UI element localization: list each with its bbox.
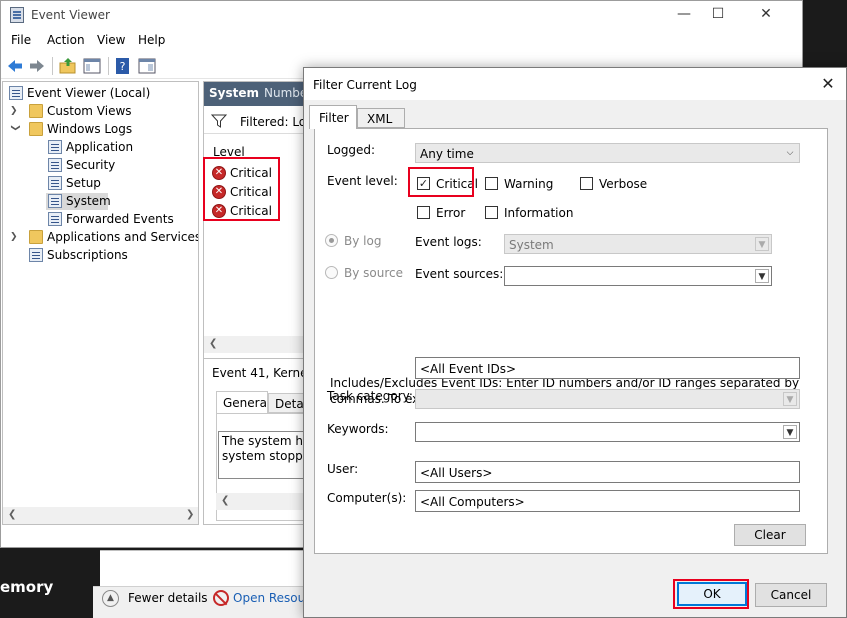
back-arrow-icon[interactable] bbox=[6, 57, 24, 75]
chevron-right-icon[interactable]: ❯ bbox=[10, 106, 20, 116]
detail-horizontal-scrollbar[interactable]: ❮ bbox=[216, 493, 312, 510]
fewer-details-link[interactable]: Fewer details bbox=[128, 591, 208, 605]
log-icon bbox=[48, 140, 62, 154]
dialog-close-button[interactable]: ✕ bbox=[817, 73, 839, 95]
chevron-down-icon: ▼ bbox=[755, 269, 769, 283]
task-category-dropdown[interactable]: ▼ bbox=[415, 389, 800, 409]
task-category-label: Task category: bbox=[327, 389, 413, 403]
scroll-left-icon[interactable]: ❮ bbox=[209, 338, 217, 349]
show-hide-tree-icon[interactable] bbox=[83, 57, 101, 75]
event-description: The system ha system stopp bbox=[218, 431, 308, 479]
event-logs-dropdown[interactable]: System ▼ bbox=[504, 234, 772, 254]
ok-button-highlight bbox=[673, 579, 749, 609]
background-window-fragment: emory bbox=[0, 548, 100, 618]
log-icon bbox=[48, 194, 62, 208]
background-text: emory bbox=[0, 578, 54, 596]
events-horizontal-scrollbar[interactable]: ❮ bbox=[204, 336, 312, 353]
menu-file[interactable]: File bbox=[11, 33, 31, 47]
forward-arrow-icon[interactable] bbox=[28, 57, 46, 75]
filter-current-log-dialog: Filter Current Log ✕ Filter XML Logged: … bbox=[303, 67, 847, 618]
chevron-down-icon: ▼ bbox=[783, 392, 797, 406]
log-name: System bbox=[209, 86, 259, 100]
folder-icon bbox=[29, 104, 43, 118]
subscriptions-icon bbox=[29, 248, 43, 262]
user-input[interactable]: <All Users> bbox=[415, 461, 800, 483]
desktop-background bbox=[803, 0, 847, 67]
event-ids-input[interactable]: <All Event IDs> bbox=[415, 357, 800, 379]
menu-view[interactable]: View bbox=[97, 33, 125, 47]
user-label: User: bbox=[327, 462, 359, 476]
events-pane: System Numbe Filtered: Log Level ✕ Criti… bbox=[203, 81, 313, 525]
event-level-label: Event level: bbox=[327, 174, 398, 188]
event-logs-label: Event logs: bbox=[415, 235, 482, 249]
log-icon bbox=[48, 176, 62, 190]
log-icon bbox=[48, 158, 62, 172]
cancel-button[interactable]: Cancel bbox=[755, 583, 827, 607]
toolbar-separator bbox=[52, 57, 53, 75]
tab-xml[interactable]: XML bbox=[357, 108, 405, 128]
logged-label: Logged: bbox=[327, 143, 376, 157]
critical-rows-highlight bbox=[203, 157, 280, 221]
menu-action[interactable]: Action bbox=[47, 33, 85, 47]
keywords-label: Keywords: bbox=[327, 422, 389, 436]
log-icon bbox=[48, 212, 62, 226]
chevron-down-icon[interactable]: ❯ bbox=[10, 124, 20, 134]
computers-label: Computer(s): bbox=[327, 491, 407, 505]
close-window-button[interactable]: ✕ bbox=[743, 1, 789, 29]
event-count: Numbe bbox=[264, 86, 308, 100]
no-entry-icon bbox=[213, 590, 229, 606]
open-resource-monitor-link[interactable]: Open Resour bbox=[233, 591, 310, 605]
critical-checkbox-highlight bbox=[408, 167, 474, 197]
computers-input[interactable]: <All Computers> bbox=[415, 490, 800, 512]
up-folder-icon[interactable] bbox=[59, 57, 77, 75]
tree-horizontal-scrollbar[interactable]: ❮ ❯ bbox=[3, 507, 198, 524]
event-sources-label: Event sources: bbox=[415, 267, 504, 281]
window-title: Event Viewer bbox=[31, 8, 110, 22]
chevron-down-icon: ⌵ bbox=[786, 148, 794, 158]
svg-text:?: ? bbox=[120, 60, 126, 73]
toolbar-separator bbox=[108, 57, 109, 75]
show-action-pane-icon[interactable] bbox=[138, 57, 156, 75]
console-tree: Event Viewer (Local) ❯ Custom Views ❯ Wi… bbox=[2, 81, 199, 525]
clear-button[interactable]: Clear bbox=[734, 524, 806, 546]
menu-bar: File Action View Help bbox=[1, 30, 802, 52]
event-viewer-icon bbox=[9, 86, 23, 100]
event-sources-dropdown[interactable]: ▼ bbox=[504, 266, 772, 286]
scroll-left-icon[interactable]: ❮ bbox=[8, 509, 16, 520]
tab-filter[interactable]: Filter bbox=[309, 105, 357, 129]
event-detail-title: Event 41, Kernel-P bbox=[212, 366, 313, 380]
chevron-down-icon: ▼ bbox=[755, 237, 769, 251]
logged-dropdown[interactable]: Any time ⌵ bbox=[415, 143, 800, 163]
event-viewer-app-icon bbox=[10, 7, 24, 23]
scroll-left-icon[interactable]: ❮ bbox=[221, 495, 229, 506]
maximize-button[interactable]: ☐ bbox=[695, 1, 741, 29]
dialog-title-bar: Filter Current Log ✕ bbox=[304, 68, 846, 100]
tab-general[interactable]: General bbox=[216, 391, 270, 413]
chevron-up-icon[interactable]: ▲ bbox=[102, 590, 119, 607]
keywords-dropdown[interactable]: ▼ bbox=[415, 422, 800, 442]
events-pane-header: System Numbe bbox=[204, 82, 312, 106]
filter-tab-panel: Logged: Any time ⌵ Event level: ✓ Critic… bbox=[314, 128, 828, 554]
folder-icon bbox=[29, 230, 43, 244]
filter-bar: Filtered: Log bbox=[204, 108, 312, 134]
title-bar: Event Viewer — ☐ ✕ bbox=[1, 1, 802, 29]
chevron-down-icon: ▼ bbox=[783, 425, 797, 439]
dialog-title: Filter Current Log bbox=[313, 78, 417, 92]
scroll-right-icon[interactable]: ❯ bbox=[186, 509, 194, 520]
task-manager-footer: ▲ Fewer details Open Resour bbox=[93, 586, 310, 618]
help-icon[interactable]: ? bbox=[114, 57, 132, 75]
filter-icon bbox=[211, 114, 227, 128]
folder-icon bbox=[29, 122, 43, 136]
event-detail-pane: Event 41, Kernel-P General Detail The sy… bbox=[204, 358, 313, 524]
chevron-right-icon[interactable]: ❯ bbox=[10, 232, 20, 242]
menu-help[interactable]: Help bbox=[138, 33, 165, 47]
